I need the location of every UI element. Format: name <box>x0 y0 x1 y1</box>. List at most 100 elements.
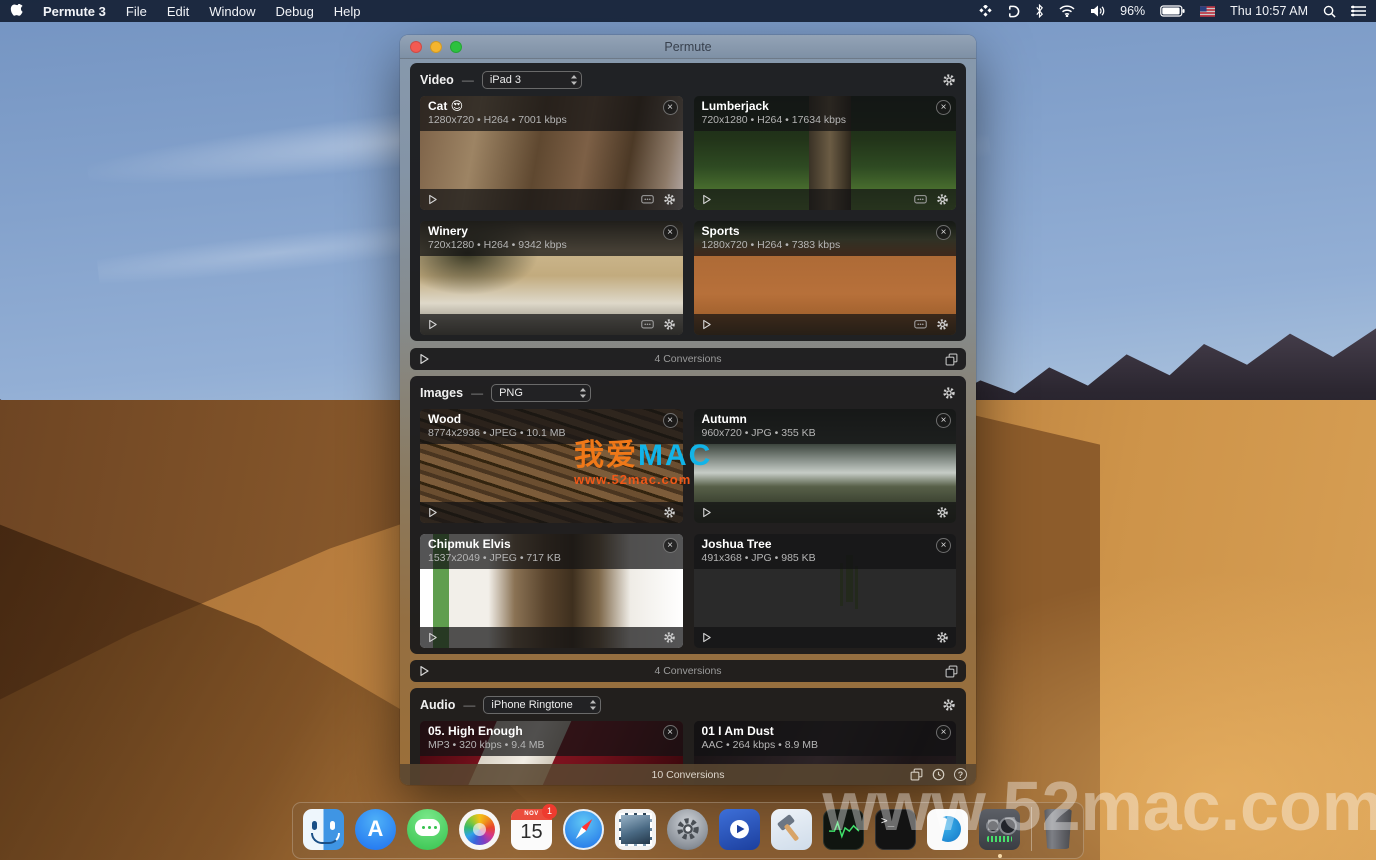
images-section-footer: 4 Conversions <box>410 660 966 682</box>
card-title: Lumberjack <box>701 99 769 113</box>
dock-mail-icon[interactable] <box>615 808 656 850</box>
menu-debug[interactable]: Debug <box>275 4 313 19</box>
dock-calendar-icon[interactable]: 1 NOV 15 <box>511 803 557 850</box>
play-icon[interactable] <box>701 632 712 643</box>
image-card-autumn[interactable]: Autumn 960x720 • JPG • 355 KB × <box>693 409 956 523</box>
card-settings-gear-icon[interactable] <box>663 631 676 644</box>
apple-menu-icon[interactable] <box>10 3 23 19</box>
video-card-sports[interactable]: Sports 1280x720 • H264 • 7383 kbps × <box>693 221 956 335</box>
dock-messages-icon[interactable] <box>407 808 448 850</box>
play-icon[interactable] <box>701 319 712 330</box>
window-titlebar[interactable]: Permute <box>400 35 976 59</box>
card-title: Sports <box>701 224 740 238</box>
card-meta: 720x1280 • H264 • 17634 kbps <box>701 114 847 126</box>
card-settings-gear-icon[interactable] <box>936 506 949 519</box>
menu-bar: Permute 3 File Edit Window Debug Help 96… <box>0 0 1376 22</box>
subtitles-icon[interactable] <box>914 319 927 330</box>
dock-safari-icon[interactable] <box>563 808 604 850</box>
close-icon[interactable]: × <box>662 725 678 740</box>
watermark-corner: www.52mac.com <box>822 767 1376 845</box>
video-card-lumberjack[interactable]: Lumberjack 720x1280 • H264 • 17634 kbps … <box>693 96 956 210</box>
dock-xcode-icon[interactable] <box>771 808 812 850</box>
section-dash: — <box>463 698 476 712</box>
chevron-updown-icon <box>590 700 597 710</box>
section-dash: — <box>471 386 484 400</box>
card-title: 01 I Am Dust <box>701 724 774 738</box>
dock-finder-icon[interactable] <box>303 808 344 850</box>
input-flag-icon[interactable] <box>1200 5 1216 17</box>
audio-settings-gear-icon[interactable] <box>942 698 956 712</box>
play-icon[interactable] <box>427 194 438 205</box>
dock-media-player-icon[interactable] <box>719 808 760 850</box>
close-icon[interactable]: × <box>936 725 951 740</box>
card-header: 05. High Enough MP3 • 320 kbps • 9.4 MB … <box>420 721 683 756</box>
card-title: 05. High Enough <box>428 724 523 738</box>
menu-clock[interactable]: Thu 10:57 AM <box>1230 4 1308 18</box>
close-icon[interactable]: × <box>662 100 678 115</box>
close-icon[interactable]: × <box>936 413 951 428</box>
card-settings-gear-icon[interactable] <box>663 193 676 206</box>
close-icon[interactable]: × <box>662 225 678 240</box>
card-header: Lumberjack 720x1280 • H264 • 17634 kbps … <box>693 96 956 131</box>
close-icon[interactable]: × <box>936 100 951 115</box>
watermark-zh-text: 我爱 <box>574 439 638 472</box>
permute-window: Permute Video — iPad 3 Cat 😍 1280x720 • … <box>400 35 976 785</box>
audio-section-label: Audio <box>420 698 456 712</box>
dock-system-preferences-icon[interactable] <box>667 808 708 850</box>
close-icon[interactable]: × <box>662 538 678 553</box>
card-toolbar <box>420 627 683 648</box>
video-preset-select[interactable]: iPad 3 <box>481 71 582 89</box>
card-settings-gear-icon[interactable] <box>936 318 949 331</box>
play-icon[interactable] <box>701 507 712 518</box>
card-toolbar <box>420 502 683 523</box>
dash-icon[interactable] <box>1007 5 1020 18</box>
setapp-icon[interactable] <box>979 4 992 18</box>
menu-file[interactable]: File <box>126 4 147 19</box>
close-icon[interactable]: × <box>936 225 951 240</box>
card-meta: AAC • 264 kbps • 8.9 MB <box>701 739 819 751</box>
subtitles-icon[interactable] <box>640 194 654 205</box>
video-card-winery[interactable]: Winery 720x1280 • H264 • 9342 kbps × <box>420 221 683 335</box>
subtitles-icon[interactable] <box>914 194 927 205</box>
app-store-glyph: A <box>367 816 384 841</box>
video-card-cat[interactable]: Cat 😍 1280x720 • H264 • 7001 kbps × <box>420 96 683 210</box>
card-toolbar <box>693 314 956 335</box>
close-icon[interactable]: × <box>936 538 951 553</box>
menu-app-name[interactable]: Permute 3 <box>43 4 106 19</box>
battery-percent: 96% <box>1120 4 1146 18</box>
card-settings-gear-icon[interactable] <box>663 506 676 519</box>
card-toolbar <box>420 314 683 335</box>
image-card-chipmuk-elvis[interactable]: Chipmuk Elvis 1537x2049 • JPEG • 717 KB … <box>420 534 683 648</box>
card-settings-gear-icon[interactable] <box>936 193 949 206</box>
card-meta: MP3 • 320 kbps • 9.4 MB <box>428 739 545 751</box>
images-conversions-count: 4 Conversions <box>654 665 722 677</box>
notification-center-icon[interactable] <box>1351 5 1366 17</box>
play-icon[interactable] <box>427 319 438 330</box>
play-icon[interactable] <box>427 507 438 518</box>
audio-preset-select[interactable]: iPhone Ringtone <box>483 696 602 714</box>
card-settings-gear-icon[interactable] <box>936 631 949 644</box>
play-icon[interactable] <box>701 194 712 205</box>
card-settings-gear-icon[interactable] <box>663 318 676 331</box>
video-settings-gear-icon[interactable] <box>942 73 956 87</box>
subtitles-icon[interactable] <box>640 319 654 330</box>
card-title: Joshua Tree <box>701 537 772 551</box>
menu-window[interactable]: Window <box>209 4 255 19</box>
card-toolbar <box>693 502 956 523</box>
image-card-joshua-tree[interactable]: Joshua Tree 491x368 • JPG • 985 KB × <box>693 534 956 648</box>
card-title: Winery <box>428 224 468 238</box>
audio-preset-value: iPhone Ringtone <box>491 699 573 711</box>
play-icon[interactable] <box>427 632 438 643</box>
close-icon[interactable]: × <box>662 413 678 428</box>
dock-photos-icon[interactable] <box>459 808 500 850</box>
images-preset-select[interactable]: PNG <box>491 384 592 402</box>
battery-icon[interactable] <box>1160 5 1185 17</box>
menu-help[interactable]: Help <box>334 4 361 19</box>
menu-edit[interactable]: Edit <box>167 4 189 19</box>
bluetooth-icon[interactable] <box>1035 4 1044 18</box>
spotlight-icon[interactable] <box>1323 5 1336 18</box>
dock-app-store-icon[interactable]: A <box>355 808 396 850</box>
volume-icon[interactable] <box>1090 5 1105 17</box>
images-settings-gear-icon[interactable] <box>942 386 956 400</box>
wifi-icon[interactable] <box>1059 5 1075 17</box>
